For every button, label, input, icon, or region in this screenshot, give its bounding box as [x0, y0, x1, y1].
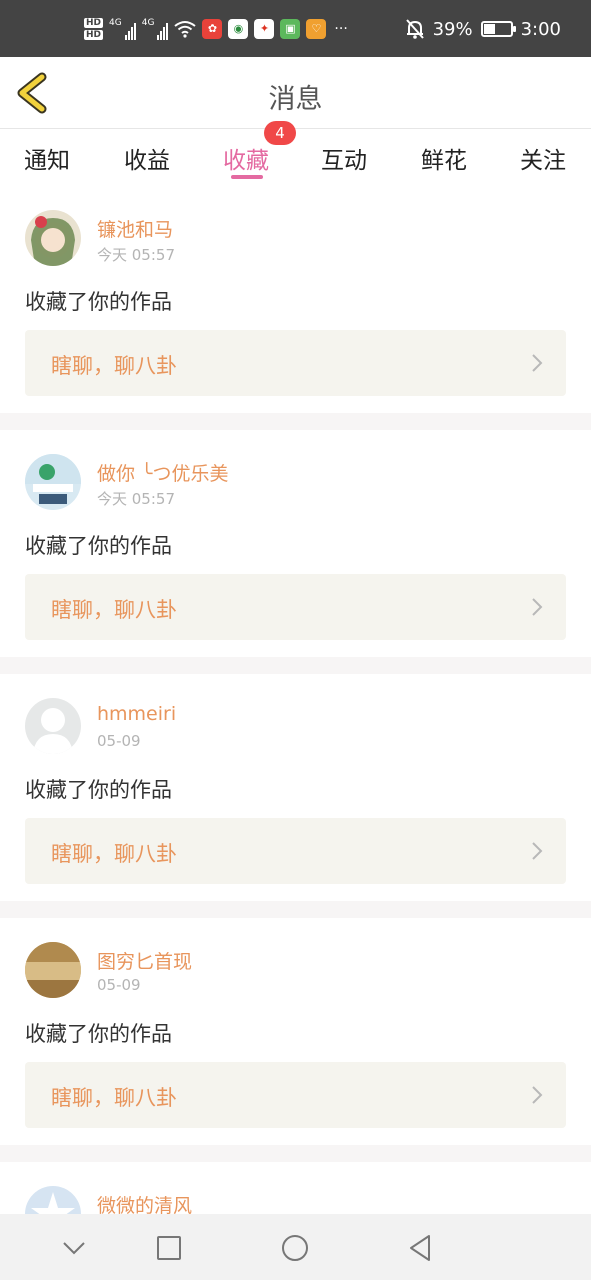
back-icon[interactable] — [401, 1228, 441, 1268]
chevron-right-icon — [532, 842, 543, 860]
clock: 3:00 — [520, 18, 561, 40]
system-nav-bar — [0, 1214, 591, 1280]
work-title: 瞎聊，聊八卦 — [51, 842, 177, 866]
message-time: 今天 05:57 — [97, 246, 175, 264]
work-link[interactable]: 瞎聊，聊八卦 — [25, 574, 566, 640]
divider — [0, 901, 591, 918]
chevron-down-icon[interactable] — [54, 1228, 94, 1268]
app-icon-4: ▣ — [280, 19, 301, 39]
tab-follows[interactable]: 关注 — [520, 141, 566, 175]
message-action: 收藏了你的作品 — [25, 1022, 172, 1046]
status-left: HD HD 4G 4G ✿ ◉ ✦ ▣ ♡ ··· — [84, 14, 348, 44]
chevron-right-icon — [532, 354, 543, 372]
hd-indicators: HD HD — [84, 18, 104, 40]
message-action: 收藏了你的作品 — [25, 290, 172, 314]
username[interactable]: 做你 ╰つ优乐美 — [97, 459, 228, 486]
message-card: 做你 ╰つ优乐美 今天 05:57 收藏了你的作品 瞎聊，聊八卦 — [0, 454, 591, 681]
network-type: 4G — [109, 18, 122, 28]
work-link[interactable]: 瞎聊，聊八卦 — [25, 1062, 566, 1128]
wifi-icon — [174, 21, 197, 38]
signal-icon: 4G — [142, 18, 169, 40]
app-header: 消息 — [0, 57, 591, 129]
home-icon[interactable] — [275, 1228, 315, 1268]
more-notifications-icon: ··· — [334, 21, 348, 37]
avatar[interactable] — [25, 942, 81, 998]
work-title: 瞎聊，聊八卦 — [51, 1086, 177, 1110]
username[interactable]: hmmeiri — [97, 703, 176, 725]
work-link[interactable]: 瞎聊，聊八卦 — [25, 818, 566, 884]
work-link[interactable]: 瞎聊，聊八卦 — [25, 330, 566, 396]
message-time: 今天 05:57 — [97, 490, 175, 508]
message-time: 05-09 — [97, 732, 141, 750]
message-action: 收藏了你的作品 — [25, 778, 172, 802]
username[interactable]: 图穷匕首现 — [97, 947, 192, 974]
app-icon-3: ✦ — [254, 19, 275, 39]
chevron-right-icon — [532, 1086, 543, 1104]
message-card: 图穷匕首现 05-09 收藏了你的作品 瞎聊，聊八卦 — [0, 942, 591, 1169]
username[interactable]: 镰池和马 — [97, 215, 173, 242]
work-title: 瞎聊，聊八卦 — [51, 598, 177, 622]
tab-notifications[interactable]: 通知 — [24, 141, 70, 175]
divider — [0, 413, 591, 430]
tab-earnings[interactable]: 收益 — [124, 141, 170, 175]
message-card: 微微的清风 — [0, 1186, 591, 1214]
username[interactable]: 微微的清风 — [97, 1191, 192, 1214]
hd-badge: HD — [84, 30, 104, 40]
chevron-right-icon — [532, 598, 543, 616]
active-tab-indicator — [231, 175, 263, 179]
divider — [0, 657, 591, 674]
battery-icon — [480, 21, 516, 37]
app-icon-5: ♡ — [306, 19, 327, 39]
hd-badge: HD — [84, 18, 104, 28]
tab-bar: 通知 收益 收藏 互动 鲜花 关注 4 — [0, 121, 591, 193]
tab-flowers[interactable]: 鲜花 — [421, 141, 467, 175]
avatar[interactable] — [25, 1186, 81, 1214]
avatar[interactable] — [25, 698, 81, 754]
work-title: 瞎聊，聊八卦 — [51, 354, 177, 378]
divider — [0, 1145, 591, 1162]
mute-bell-icon — [405, 19, 424, 39]
message-action: 收藏了你的作品 — [25, 534, 172, 558]
avatar[interactable] — [25, 210, 81, 266]
avatar[interactable] — [25, 454, 81, 510]
app-icon-2: ◉ — [228, 19, 249, 39]
tab-interactions[interactable]: 互动 — [321, 141, 367, 175]
status-bar: HD HD 4G 4G ✿ ◉ ✦ ▣ ♡ ··· 39% 3:00 — [0, 0, 591, 57]
page-title: 消息 — [268, 84, 323, 115]
tab-favorites[interactable]: 收藏 — [223, 141, 269, 175]
unread-badge: 4 — [264, 121, 296, 145]
battery-percent: 39% — [432, 18, 473, 40]
network-type: 4G — [141, 18, 155, 28]
status-right: 39% 3:00 — [405, 14, 561, 44]
app-icon-1: ✿ — [202, 19, 223, 39]
signal-icon: 4G — [109, 18, 136, 40]
recent-apps-icon[interactable] — [149, 1228, 189, 1268]
message-card: hmmeiri 05-09 收藏了你的作品 瞎聊，聊八卦 — [0, 698, 591, 925]
message-time: 05-09 — [97, 976, 141, 994]
message-card: 镰池和马 今天 05:57 收藏了你的作品 瞎聊，聊八卦 — [0, 210, 591, 437]
